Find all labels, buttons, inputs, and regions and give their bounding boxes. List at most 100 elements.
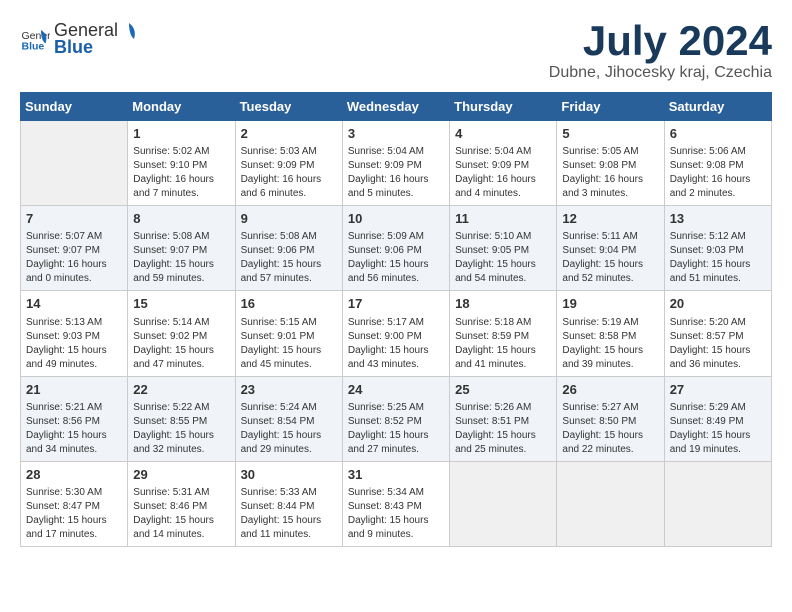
day-cell: 9Sunrise: 5:08 AMSunset: 9:06 PMDaylight… [235, 206, 342, 291]
day-cell: 8Sunrise: 5:08 AMSunset: 9:07 PMDaylight… [128, 206, 235, 291]
day-info: Sunrise: 5:10 AMSunset: 9:05 PMDaylight:… [455, 230, 551, 286]
day-number: 15 [133, 295, 229, 313]
day-info: Sunrise: 5:15 AMSunset: 9:01 PMDaylight:… [241, 316, 337, 372]
day-info: Sunrise: 5:19 AMSunset: 8:58 PMDaylight:… [562, 316, 658, 372]
day-cell: 10 Sunrise: 5:09 AMSunset: 9:06 PMDayligh… [342, 206, 449, 291]
day-cell: 11 Sunrise: 5:10 AMSunset: 9:05 PMDayligh… [450, 206, 557, 291]
day-cell [21, 121, 128, 206]
day-number: 16 [241, 295, 337, 313]
location: Dubne, Jihocesky kraj, Czechia [549, 64, 772, 82]
day-number: 24 [348, 381, 444, 399]
day-number: 14 [26, 295, 122, 313]
day-info: Sunrise: 5:22 AMSunset: 8:55 PMDaylight:… [133, 401, 229, 457]
day-cell: 27 Sunrise: 5:29 AMSunset: 8:49 PMDayligh… [664, 376, 771, 461]
logo-blue: Blue [54, 37, 93, 57]
day-number: 17 [348, 295, 444, 313]
day-info: Sunrise: 5:09 AMSunset: 9:06 PMDaylight:… [348, 230, 444, 286]
day-info: Sunrise: 5:08 AMSunset: 9:06 PMDaylight:… [241, 230, 337, 286]
day-number: 5 [562, 125, 658, 143]
day-info: Sunrise: 5:06 AMSunset: 9:08 PMDaylight:… [670, 145, 766, 201]
day-cell: 1 Sunrise: 5:02 AMSunset: 9:10 PMDaylight… [128, 121, 235, 206]
day-info: Sunrise: 5:20 AMSunset: 8:57 PMDaylight:… [670, 316, 766, 372]
day-number: 7 [26, 210, 122, 228]
day-info: Sunrise: 5:07 AMSunset: 9:07 PMDaylight:… [26, 230, 122, 286]
day-number: 3 [348, 125, 444, 143]
day-info: Sunrise: 5:08 AMSunset: 9:07 PMDaylight:… [133, 230, 229, 286]
day-info: Sunrise: 5:14 AMSunset: 9:02 PMDaylight:… [133, 316, 229, 372]
day-number: 31 [348, 466, 444, 484]
day-cell: 26 Sunrise: 5:27 AMSunset: 8:50 PMDayligh… [557, 376, 664, 461]
page-header: General Blue General Blue July 2024 Dubn… [20, 20, 772, 82]
calendar-table: SundayMondayTuesdayWednesdayThursdayFrid… [20, 92, 772, 547]
day-info: Sunrise: 5:13 AMSunset: 9:03 PMDaylight:… [26, 316, 122, 372]
week-row-5: 28Sunrise: 5:30 AMSunset: 8:47 PMDayligh… [21, 461, 772, 546]
weekday-friday: Friday [557, 93, 664, 121]
day-number: 30 [241, 466, 337, 484]
day-cell: 7 Sunrise: 5:07 AMSunset: 9:07 PMDaylight… [21, 206, 128, 291]
day-cell: 20 Sunrise: 5:20 AMSunset: 8:57 PMDayligh… [664, 291, 771, 376]
day-cell [664, 461, 771, 546]
title-area: July 2024 Dubne, Jihocesky kraj, Czechia [549, 20, 772, 82]
day-number: 28 [26, 466, 122, 484]
week-row-1: 1 Sunrise: 5:02 AMSunset: 9:10 PMDaylight… [21, 121, 772, 206]
weekday-tuesday: Tuesday [235, 93, 342, 121]
svg-text:Blue: Blue [22, 41, 45, 53]
day-cell: 14 Sunrise: 5:13 AMSunset: 9:03 PMDayligh… [21, 291, 128, 376]
day-cell: 30 Sunrise: 5:33 AMSunset: 8:44 PMDayligh… [235, 461, 342, 546]
day-cell: 3 Sunrise: 5:04 AMSunset: 9:09 PMDaylight… [342, 121, 449, 206]
day-info: Sunrise: 5:29 AMSunset: 8:49 PMDaylight:… [670, 401, 766, 457]
day-cell [450, 461, 557, 546]
day-cell: 13Sunrise: 5:12 AMSunset: 9:03 PMDayligh… [664, 206, 771, 291]
day-cell: 19 Sunrise: 5:19 AMSunset: 8:58 PMDayligh… [557, 291, 664, 376]
day-cell: 23Sunrise: 5:24 AMSunset: 8:54 PMDayligh… [235, 376, 342, 461]
day-cell: 21 Sunrise: 5:21 AMSunset: 8:56 PMDayligh… [21, 376, 128, 461]
day-info: Sunrise: 5:04 AMSunset: 9:09 PMDaylight:… [455, 145, 551, 201]
day-cell: 17 Sunrise: 5:17 AMSunset: 9:00 PMDayligh… [342, 291, 449, 376]
day-cell: 31Sunrise: 5:34 AMSunset: 8:43 PMDayligh… [342, 461, 449, 546]
day-number: 23 [241, 381, 337, 399]
weekday-sunday: Sunday [21, 93, 128, 121]
day-cell: 2Sunrise: 5:03 AMSunset: 9:09 PMDaylight… [235, 121, 342, 206]
weekday-header-row: SundayMondayTuesdayWednesdayThursdayFrid… [21, 93, 772, 121]
day-info: Sunrise: 5:33 AMSunset: 8:44 PMDaylight:… [241, 486, 337, 542]
day-info: Sunrise: 5:17 AMSunset: 9:00 PMDaylight:… [348, 316, 444, 372]
day-number: 19 [562, 295, 658, 313]
weekday-thursday: Thursday [450, 93, 557, 121]
day-cell: 6 Sunrise: 5:06 AMSunset: 9:08 PMDaylight… [664, 121, 771, 206]
day-info: Sunrise: 5:02 AMSunset: 9:10 PMDaylight:… [133, 145, 229, 201]
weekday-saturday: Saturday [664, 93, 771, 121]
day-number: 10 [348, 210, 444, 228]
day-number: 21 [26, 381, 122, 399]
day-number: 1 [133, 125, 229, 143]
day-number: 29 [133, 466, 229, 484]
day-number: 6 [670, 125, 766, 143]
day-number: 18 [455, 295, 551, 313]
day-info: Sunrise: 5:25 AMSunset: 8:52 PMDaylight:… [348, 401, 444, 457]
day-number: 22 [133, 381, 229, 399]
day-cell: 22 Sunrise: 5:22 AMSunset: 8:55 PMDayligh… [128, 376, 235, 461]
day-info: Sunrise: 5:27 AMSunset: 8:50 PMDaylight:… [562, 401, 658, 457]
day-number: 20 [670, 295, 766, 313]
day-number: 26 [562, 381, 658, 399]
day-cell: 24 Sunrise: 5:25 AMSunset: 8:52 PMDayligh… [342, 376, 449, 461]
day-info: Sunrise: 5:11 AMSunset: 9:04 PMDaylight:… [562, 230, 658, 286]
day-info: Sunrise: 5:05 AMSunset: 9:08 PMDaylight:… [562, 145, 658, 201]
week-row-2: 7 Sunrise: 5:07 AMSunset: 9:07 PMDaylight… [21, 206, 772, 291]
weekday-wednesday: Wednesday [342, 93, 449, 121]
day-info: Sunrise: 5:03 AMSunset: 9:09 PMDaylight:… [241, 145, 337, 201]
weekday-monday: Monday [128, 93, 235, 121]
day-info: Sunrise: 5:18 AMSunset: 8:59 PMDaylight:… [455, 316, 551, 372]
week-row-4: 21 Sunrise: 5:21 AMSunset: 8:56 PMDayligh… [21, 376, 772, 461]
day-cell: 5 Sunrise: 5:05 AMSunset: 9:08 PMDaylight… [557, 121, 664, 206]
day-cell: 4Sunrise: 5:04 AMSunset: 9:09 PMDaylight… [450, 121, 557, 206]
day-number: 11 [455, 210, 551, 228]
day-info: Sunrise: 5:21 AMSunset: 8:56 PMDaylight:… [26, 401, 122, 457]
day-number: 12 [562, 210, 658, 228]
logo: General Blue General Blue [20, 20, 139, 58]
day-info: Sunrise: 5:04 AMSunset: 9:09 PMDaylight:… [348, 145, 444, 201]
day-cell: 16 Sunrise: 5:15 AMSunset: 9:01 PMDayligh… [235, 291, 342, 376]
day-cell: 28Sunrise: 5:30 AMSunset: 8:47 PMDayligh… [21, 461, 128, 546]
day-info: Sunrise: 5:12 AMSunset: 9:03 PMDaylight:… [670, 230, 766, 286]
day-info: Sunrise: 5:31 AMSunset: 8:46 PMDaylight:… [133, 486, 229, 542]
day-number: 27 [670, 381, 766, 399]
